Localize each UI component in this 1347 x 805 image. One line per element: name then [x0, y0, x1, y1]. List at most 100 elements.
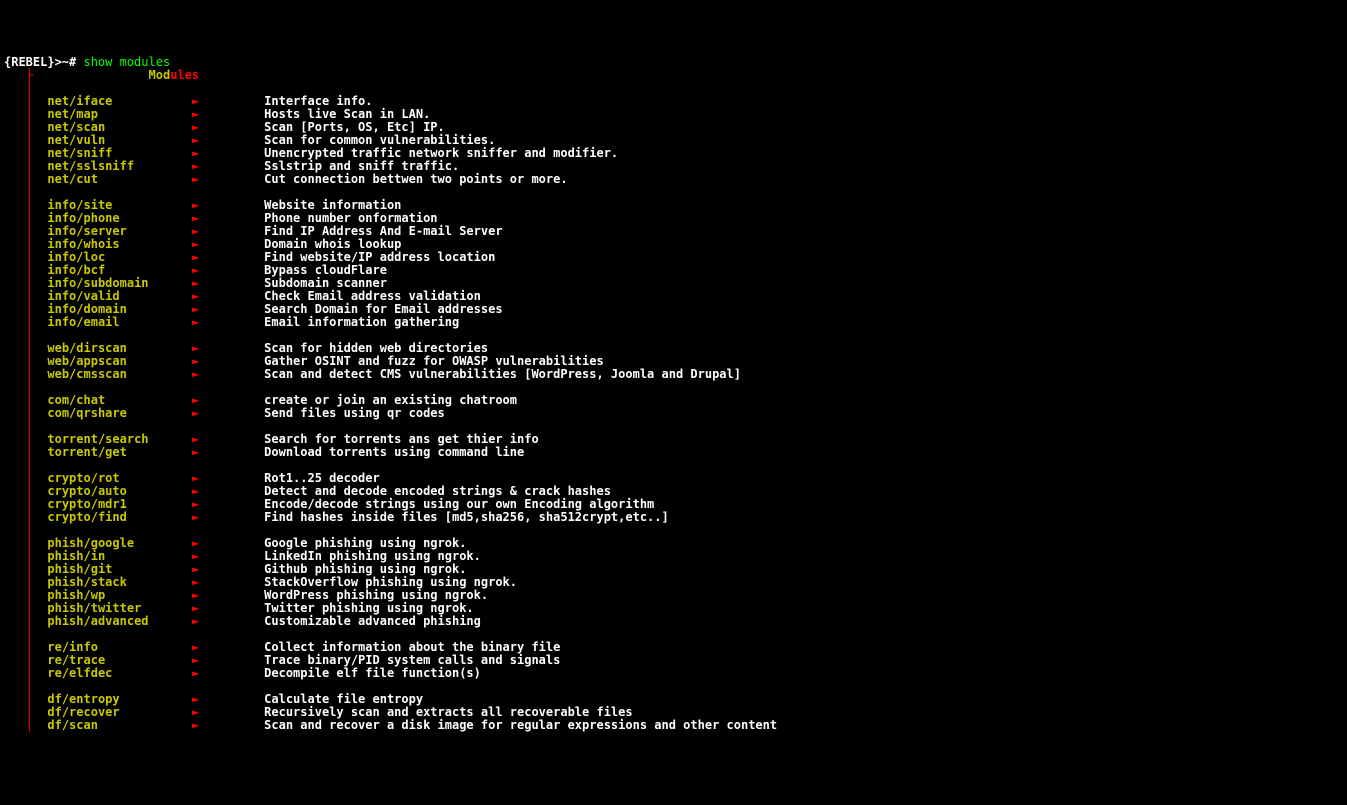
- tree-pipe-icon: │: [26, 679, 33, 693]
- module-name[interactable]: net/sslsniff: [47, 159, 192, 173]
- module-name[interactable]: df/recover: [47, 705, 192, 719]
- module-name[interactable]: web/cmsscan: [47, 367, 192, 381]
- module-name[interactable]: re/info: [47, 640, 192, 654]
- module-name[interactable]: crypto/rot: [47, 471, 192, 485]
- tree-pipe-icon: │: [26, 536, 33, 550]
- module-name[interactable]: info/bcf: [47, 263, 192, 277]
- module-description: Customizable advanced phishing: [264, 614, 481, 628]
- module-name[interactable]: net/cut: [47, 172, 192, 186]
- module-name[interactable]: net/vuln: [47, 133, 192, 147]
- module-row: │ web/cmsscan ► Scan and detect CMS vuln…: [4, 368, 1343, 381]
- module-row: │ info/email ► Email information gatheri…: [4, 316, 1343, 329]
- module-name[interactable]: info/domain: [47, 302, 192, 316]
- module-name[interactable]: info/email: [47, 315, 192, 329]
- module-description: Website information: [264, 198, 401, 212]
- tree-pipe-icon: │: [26, 666, 33, 680]
- module-name[interactable]: phish/wp: [47, 588, 192, 602]
- tree-pipe-icon: │: [26, 328, 33, 342]
- module-name[interactable]: phish/advanced: [47, 614, 192, 628]
- tree-pipe-icon: │: [26, 549, 33, 563]
- module-description: Google phishing using ngrok.: [264, 536, 466, 550]
- module-description: Download torrents using command line: [264, 445, 524, 459]
- tree-pipe-icon: │: [26, 523, 33, 537]
- module-row: │ df/scan ► Scan and recover a disk imag…: [4, 719, 1343, 732]
- module-description: Unencrypted traffic network sniffer and …: [264, 146, 618, 160]
- module-description: Github phishing using ngrok.: [264, 562, 466, 576]
- module-row: │ re/elfdec ► Decompile elf file functio…: [4, 667, 1343, 680]
- tree-pipe-icon: │: [26, 81, 33, 95]
- tree-pipe-icon: │: [26, 315, 33, 329]
- module-name[interactable]: web/appscan: [47, 354, 192, 368]
- module-description: create or join an existing chatroom: [264, 393, 517, 407]
- prompt-label: {REBEL}>~#: [4, 55, 83, 69]
- module-description: Scan [Ports, OS, Etc] IP.: [264, 120, 445, 134]
- module-name[interactable]: info/whois: [47, 237, 192, 251]
- module-name[interactable]: torrent/get: [47, 445, 192, 459]
- tree-pipe-icon: │: [26, 146, 33, 160]
- module-description: Twitter phishing using ngrok.: [264, 601, 474, 615]
- module-description: Bypass cloudFlare: [264, 263, 387, 277]
- module-name[interactable]: crypto/auto: [47, 484, 192, 498]
- tree-pipe-icon: │: [26, 575, 33, 589]
- module-row: │ com/qrshare ► Send files using qr code…: [4, 407, 1343, 420]
- module-name[interactable]: phish/stack: [47, 575, 192, 589]
- command-input[interactable]: show modules: [83, 55, 170, 69]
- tree-pipe-icon: │: [26, 705, 33, 719]
- module-name[interactable]: re/elfdec: [47, 666, 192, 680]
- module-name[interactable]: crypto/mdr1: [47, 497, 192, 511]
- module-name[interactable]: df/scan: [47, 718, 192, 732]
- module-row: │ phish/advanced ► Customizable advanced…: [4, 615, 1343, 628]
- module-description: Search Domain for Email addresses: [264, 302, 502, 316]
- tree-pipe-icon: │: [26, 614, 33, 628]
- module-description: Scan and recover a disk image for regula…: [264, 718, 777, 732]
- tree-pipe-icon: │: [26, 588, 33, 602]
- module-name[interactable]: re/trace: [47, 653, 192, 667]
- module-row: │ torrent/get ► Download torrents using …: [4, 446, 1343, 459]
- module-description: Gather OSINT and fuzz for OWASP vulnerab…: [264, 354, 604, 368]
- module-name[interactable]: info/site: [47, 198, 192, 212]
- arrow-icon: ►: [192, 705, 199, 719]
- module-description: Trace binary/PID system calls and signal…: [264, 653, 560, 667]
- module-name[interactable]: net/sniff: [47, 146, 192, 160]
- module-name[interactable]: web/dirscan: [47, 341, 192, 355]
- module-name[interactable]: phish/twitter: [47, 601, 192, 615]
- tree-pipe-icon: │: [26, 354, 33, 368]
- tree-pipe-icon: │: [26, 510, 33, 524]
- tree-pipe-icon: │: [26, 289, 33, 303]
- module-name[interactable]: info/phone: [47, 211, 192, 225]
- module-name[interactable]: torrent/search: [47, 432, 192, 446]
- module-name[interactable]: info/subdomain: [47, 276, 192, 290]
- module-description: Phone number onformation: [264, 211, 437, 225]
- module-name[interactable]: com/chat: [47, 393, 192, 407]
- tree-pipe-icon: │: [26, 497, 33, 511]
- module-description: Check Email address validation: [264, 289, 481, 303]
- module-name[interactable]: info/loc: [47, 250, 192, 264]
- module-description: Recursively scan and extracts all recove…: [264, 705, 632, 719]
- prompt-line: {REBEL}>~# show modules: [4, 56, 1343, 69]
- tree-pipe-icon: │: [26, 107, 33, 121]
- module-description: LinkedIn phishing using ngrok.: [264, 549, 481, 563]
- module-description: Find website/IP address location: [264, 250, 495, 264]
- module-name[interactable]: com/qrshare: [47, 406, 192, 420]
- module-name[interactable]: df/entropy: [47, 692, 192, 706]
- tree-pipe-icon: │: [26, 718, 33, 732]
- module-name[interactable]: info/valid: [47, 289, 192, 303]
- module-name[interactable]: net/iface: [47, 94, 192, 108]
- module-name[interactable]: phish/in: [47, 549, 192, 563]
- tree-pipe-icon: │: [26, 302, 33, 316]
- tree-pipe-icon: │: [26, 432, 33, 446]
- tree-pipe-icon: │: [26, 653, 33, 667]
- module-description: Subdomain scanner: [264, 276, 387, 290]
- module-description: Domain whois lookup: [264, 237, 401, 251]
- module-name[interactable]: phish/google: [47, 536, 192, 550]
- tree-pipe-icon: │: [26, 627, 33, 641]
- tree-pipe-icon: │: [26, 692, 33, 706]
- module-name[interactable]: net/scan: [47, 120, 192, 134]
- module-name[interactable]: crypto/find: [47, 510, 192, 524]
- terminal-output: {REBEL}>~# show modules ├ Modules │ │ ne…: [4, 56, 1343, 732]
- tree-pipe-icon: │: [26, 380, 33, 394]
- header-left: Mod: [149, 68, 171, 82]
- module-name[interactable]: net/map: [47, 107, 192, 121]
- module-name[interactable]: info/server: [47, 224, 192, 238]
- module-name[interactable]: phish/git: [47, 562, 192, 576]
